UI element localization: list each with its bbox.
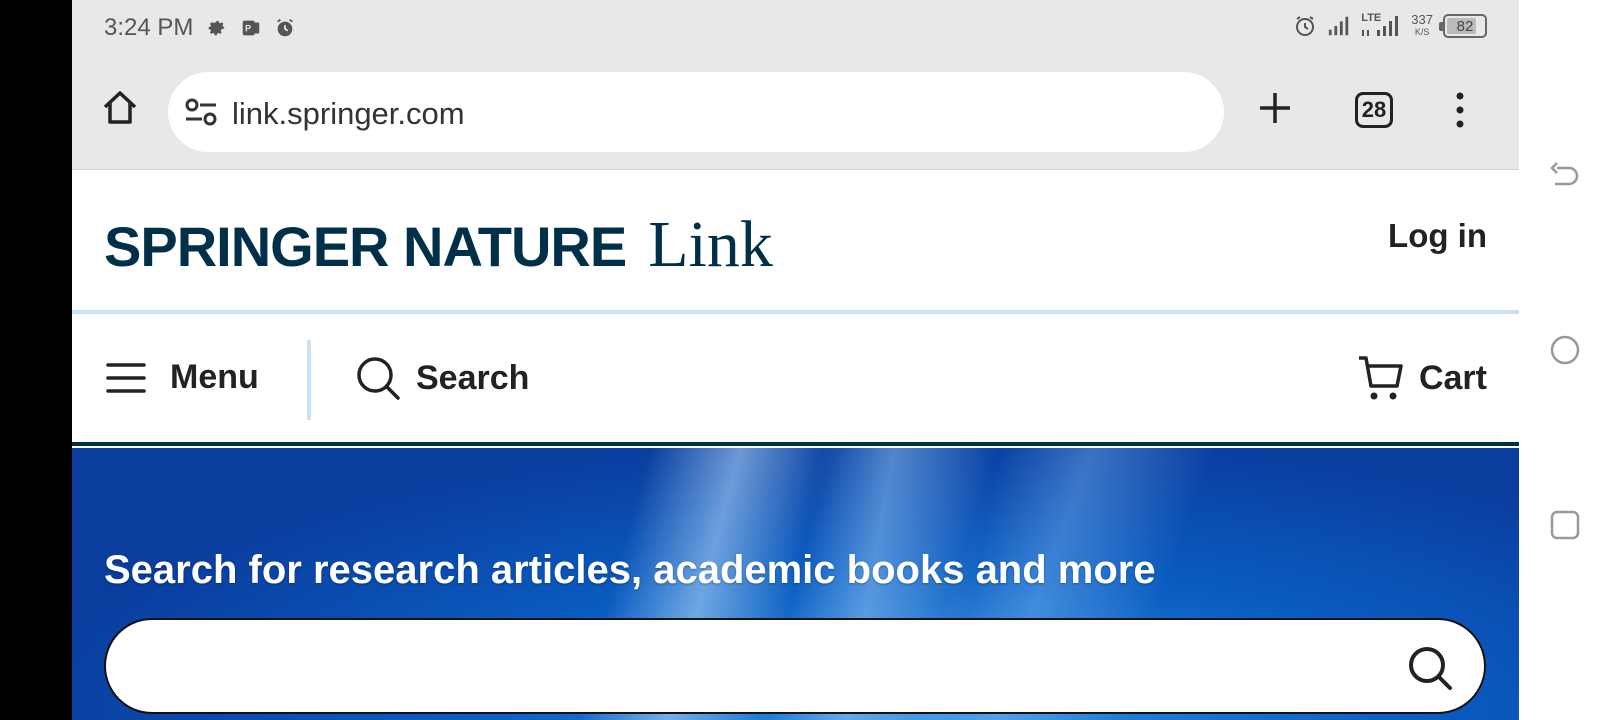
signal-strength-icon xyxy=(1327,14,1351,38)
lte-signal-icon: LTE xyxy=(1361,12,1401,38)
site-header: SPRINGER NATURE Link Log in xyxy=(72,171,1519,314)
hero-search-submit-button[interactable] xyxy=(1406,644,1454,692)
springer-nature-link-logo[interactable]: SPRINGER NATURE Link xyxy=(104,207,773,281)
network-speed-unit: K/S xyxy=(1414,27,1430,37)
system-navigation-bar xyxy=(1519,0,1612,720)
alarm-clock-icon xyxy=(273,16,297,40)
home-icon xyxy=(103,91,137,124)
alarm-icon xyxy=(1293,14,1317,38)
app-notification-icon: P xyxy=(239,16,263,40)
svg-text:P: P xyxy=(245,24,251,34)
hero-search-input[interactable] xyxy=(136,640,1336,696)
menu-label: Menu xyxy=(170,358,259,396)
battery-icon: 82 xyxy=(1439,14,1487,38)
plus-icon xyxy=(1260,93,1290,123)
square-recents-icon xyxy=(1550,510,1580,540)
back-button[interactable] xyxy=(1549,160,1581,192)
new-tab-button[interactable] xyxy=(1257,90,1293,126)
circle-home-icon xyxy=(1550,335,1580,365)
tab-switcher-button[interactable]: 28 xyxy=(1355,92,1393,128)
search-icon xyxy=(357,357,400,400)
cart-label: Cart xyxy=(1418,358,1487,397)
device-screen: 3:24 PM P LTE 337 K/S 82 link.springer.c… xyxy=(0,0,1612,720)
more-vertical-icon xyxy=(1456,92,1464,128)
search-icon xyxy=(1409,647,1452,690)
url-text[interactable]: link.springer.com xyxy=(232,96,465,132)
home-button[interactable] xyxy=(100,88,140,128)
home-nav-button[interactable] xyxy=(1549,334,1581,366)
menu-button[interactable]: Menu xyxy=(104,358,259,397)
hero-title: Search for research articles, academic b… xyxy=(104,548,1156,592)
settings-gear-icon xyxy=(205,16,229,40)
cart-button[interactable]: Cart xyxy=(1357,354,1487,402)
battery-percent: 82 xyxy=(1456,17,1474,35)
hamburger-menu-icon xyxy=(106,362,146,393)
search-button[interactable]: Search xyxy=(354,354,529,402)
nav-divider xyxy=(307,340,311,420)
network-speed-value: 337 xyxy=(1411,12,1433,27)
site-settings-icon[interactable] xyxy=(184,96,218,128)
system-status-icons: LTE 337 K/S 82 xyxy=(1293,12,1487,38)
login-link[interactable]: Log in xyxy=(1388,217,1487,255)
address-bar[interactable]: link.springer.com xyxy=(168,72,1224,152)
logo-brand-text: SPRINGER NATURE xyxy=(104,215,627,278)
more-options-button[interactable] xyxy=(1454,92,1466,128)
notification-icons: P xyxy=(205,16,297,40)
browser-window: 3:24 PM P LTE 337 K/S 82 link.springer.c… xyxy=(72,0,1519,720)
shopping-cart-icon xyxy=(1358,356,1403,400)
status-bar: 3:24 PM P LTE 337 K/S 82 xyxy=(72,0,1519,60)
network-type-label: LTE xyxy=(1361,12,1382,24)
browser-toolbar: link.springer.com 28 xyxy=(72,60,1519,170)
back-arrow-icon xyxy=(1550,162,1579,186)
logo-product-text: Link xyxy=(648,208,773,281)
search-label: Search xyxy=(416,358,530,397)
site-navigation: Menu Search Cart xyxy=(72,318,1519,446)
hero-banner: Search for research articles, academic b… xyxy=(72,448,1519,720)
recents-button[interactable] xyxy=(1549,509,1581,541)
network-speed: 337 K/S xyxy=(1411,12,1433,38)
status-time: 3:24 PM xyxy=(104,14,194,41)
hero-search-box[interactable] xyxy=(104,618,1486,714)
